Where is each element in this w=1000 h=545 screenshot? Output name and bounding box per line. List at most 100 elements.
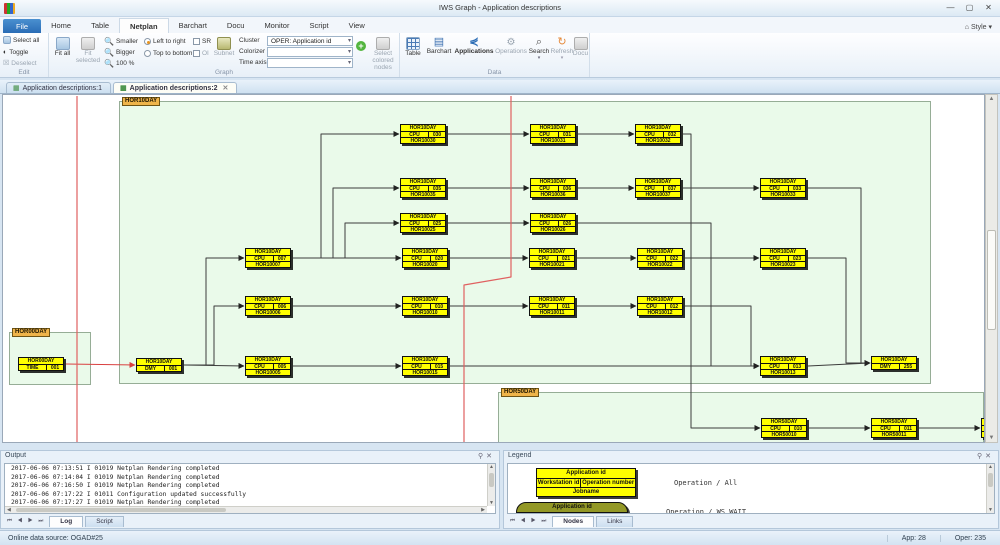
pin-icon[interactable]: ⚲ [478,453,486,460]
canvas-vertical-scrollbar[interactable]: ▲ ▼ [985,94,998,443]
output-log-area[interactable]: 2017-06-06 07:13:51 I 01019 Netplan Rend… [4,463,496,514]
fit-all-button[interactable]: Fit all [51,35,74,59]
graph-node[interactable]: HOR10DAY CPU 032 HOR10032 [635,123,681,144]
top-to-bottom-radio[interactable]: Top to bottom [144,50,192,57]
zoom-smaller-button[interactable]: 🔍 Smaller [104,36,138,47]
legend-vscroll[interactable]: ▲ ▼ [986,464,994,513]
time-axis-dropdown[interactable] [267,58,353,68]
deselect-button[interactable]: ☒ Deselect [3,58,37,69]
output-hscroll[interactable]: ◀ ▶ [5,506,487,513]
close-panel-icon[interactable]: ✕ [985,453,994,460]
graph-node[interactable]: HOR10DAY CPU 011 HOR10011 [529,295,575,316]
sr-checkbox[interactable]: SR [193,38,211,45]
toggle-button[interactable]: ◐ Toggle [3,47,28,58]
node-operation-number: 255 [903,364,913,369]
graph-node[interactable]: HOR10DAY CPU 026 HOR10026 [530,212,576,233]
graph-node[interactable]: HOR10DAY DMY 255 [871,356,917,370]
graph-node[interactable]: HOR10DAY CPU 020 HOR10020 [402,247,448,268]
cluster-dropdown[interactable]: OPER: Application id [267,36,353,46]
legend-vscroll-thumb[interactable] [988,473,993,487]
operations-button[interactable]: ⚙ Operations [495,35,527,57]
select-colored-nodes-button[interactable]: Select colored nodes [367,35,399,73]
table-button[interactable]: Table [402,35,424,59]
ribbon-tab-home[interactable]: Home [41,18,81,33]
oi-checkbox[interactable]: OI [193,50,209,57]
ribbon-tab-docu[interactable]: Docu [217,18,255,33]
scroll-up-icon[interactable]: ▲ [986,96,997,102]
ribbon-tab-table[interactable]: Table [81,18,119,33]
close-panel-icon[interactable]: ✕ [486,453,495,460]
graph-node[interactable]: HOR10DAY CPU 037 HOR10037 [635,177,681,198]
graph-canvas[interactable]: HOR10DAY HOR00DAY HOR50DAY HOR00DAY TIME 001… [2,94,985,443]
maximize-button[interactable]: ▢ [960,1,979,14]
add-colorizer-button[interactable]: + [356,41,366,51]
node-jobname: HOR10025 [401,225,445,232]
ribbon-tab-script[interactable]: Script [299,18,338,33]
graph-node[interactable]: HOR10DAY CPU 007 HOR10007 [245,247,291,268]
scroll-down-icon[interactable]: ▼ [488,500,495,506]
scroll-up-icon[interactable]: ▲ [987,464,994,470]
ribbon-tab-view[interactable]: View [339,18,375,33]
ribbon-tab-barchart[interactable]: Barchart [169,18,217,33]
select-all-icon [3,36,11,44]
graph-node[interactable]: HOR50DAY CPU 010 HOR50010 [761,417,807,438]
scroll-down-icon[interactable]: ▼ [987,507,994,513]
tab-nav-arrows[interactable]: ⏮ ◀ ▶ ⏭ [504,518,552,527]
minimize-button[interactable]: — [941,1,960,14]
graph-node[interactable]: HOR10DAY CPU 030 HOR10030 [400,123,446,144]
legend-tab-nodes[interactable]: Nodes [552,516,595,527]
legend-tab-links[interactable]: Links [596,516,634,527]
graph-node[interactable]: HOR10DAY CPU 033 HOR10033 [760,177,806,198]
ribbon-tab-netplan[interactable]: Netplan [119,18,169,33]
output-vscroll-thumb[interactable] [489,473,494,487]
graph-node[interactable]: HOR10DAY CPU 006 HOR10006 [245,295,291,316]
close-button[interactable]: ✕ [979,1,998,14]
scroll-left-icon[interactable]: ◀ [7,507,11,513]
pin-icon[interactable]: ⚲ [977,453,985,460]
search-button[interactable]: ⌕ Search ▾ [528,35,550,64]
scroll-up-icon[interactable]: ▲ [488,464,495,470]
barchart-button[interactable]: ▤ Barchart [425,35,453,57]
graph-node[interactable]: HOR10DAY CPU 022 HOR10022 [637,247,683,268]
close-tab-icon[interactable]: ✕ [223,84,229,92]
output-hscroll-thumb[interactable] [16,508,226,512]
graph-node[interactable]: HOR50DAY CPU 011 HOR50011 [871,417,917,438]
graph-node[interactable]: HOR10DAY CPU 021 HOR10021 [529,247,575,268]
graph-node[interactable]: HOR10DAY CPU 010 HOR10010 [402,295,448,316]
scroll-down-icon[interactable]: ▼ [986,435,997,441]
file-tab[interactable]: File [3,19,42,33]
refresh-button[interactable]: ↻ Refresh ▾ [551,35,574,64]
style-menu[interactable]: ⌂ Style ▾ [957,20,1000,33]
select-all-button[interactable]: Select all [3,36,39,44]
node-operation-number: 012 [669,303,679,309]
output-tab-log[interactable]: Log [49,516,84,527]
log-line: 2017-06-06 07:14:04 I 01019 Netplan Rend… [11,473,220,481]
document-tab[interactable]: ▦ Application descriptions:2 ✕ [113,82,238,93]
graph-node[interactable]: HOR10DAY CPU 005 HOR10005 [245,355,291,376]
scroll-right-icon[interactable]: ▶ [481,507,485,513]
output-vscroll[interactable]: ▲ ▼ [487,464,495,506]
zoom-bigger-button[interactable]: 🔍 Bigger [104,47,135,58]
graph-node[interactable]: HOR10DAY CPU 036 HOR10036 [530,177,576,198]
applications-button[interactable]: ⋞ Applications [454,35,494,57]
graph-node[interactable]: HOR00DAY TIME 001 [18,357,64,371]
docu-button[interactable]: Docu [572,35,589,59]
fit-selected-button[interactable]: Fit selected [75,35,101,66]
graph-node[interactable]: HOR10DAY CPU 025 HOR10025 [400,212,446,233]
graph-node[interactable]: HOR10DAY CPU 013 HOR10013 [760,355,806,376]
graph-node[interactable]: HOR10DAY CPU 012 HOR10012 [637,295,683,316]
tab-nav-arrows[interactable]: ⏮ ◀ ▶ ⏭ [1,518,49,527]
document-tab[interactable]: ▦ Application descriptions:1 [6,82,112,93]
graph-node[interactable]: HOR10DAY CPU 035 HOR10035 [400,177,446,198]
canvas-vscroll-thumb[interactable] [987,230,996,330]
graph-node[interactable]: HOR10DAY CPU 015 HOR10015 [402,355,448,376]
ribbon-tab-monitor[interactable]: Monitor [254,18,299,33]
graph-node[interactable]: HOR10DAY DMY 001 [136,358,182,372]
left-to-right-radio[interactable]: Left to right [144,38,186,45]
zoom-100-button[interactable]: 🔍 100 % [104,58,134,69]
graph-node[interactable]: HOR10DAY CPU 031 HOR10031 [530,123,576,144]
graph-node[interactable]: HOR10DAY CPU 023 HOR10023 [760,247,806,268]
colorizer-dropdown[interactable] [267,47,353,57]
subnet-button[interactable]: Subnet [211,35,237,59]
output-tab-script[interactable]: Script [85,516,124,527]
